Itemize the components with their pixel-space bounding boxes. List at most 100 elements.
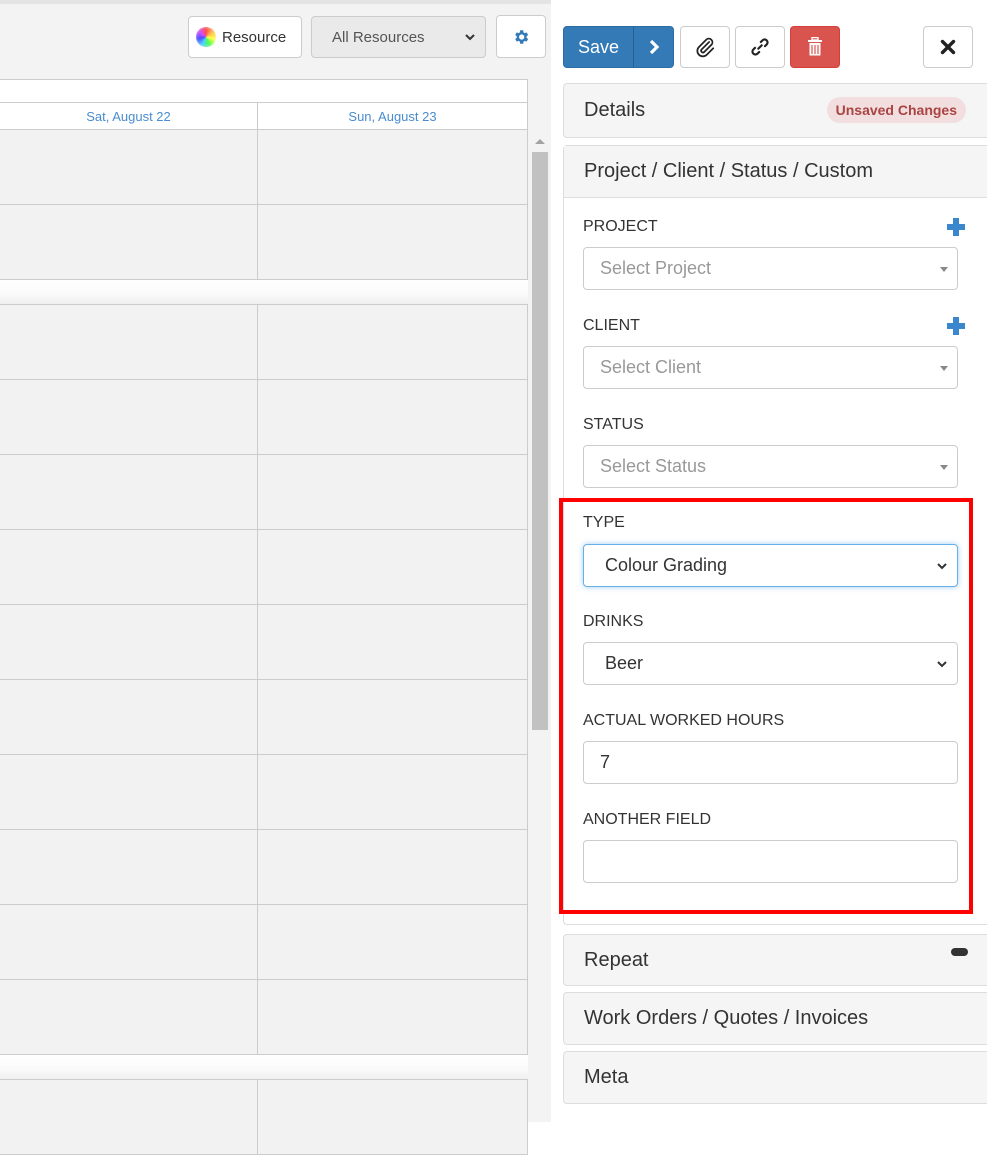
another-field-label: ANOTHER FIELD xyxy=(583,811,712,828)
calendar-cell[interactable] xyxy=(0,530,258,604)
calendar-row xyxy=(0,755,528,830)
calendar-row xyxy=(0,905,528,980)
calendar-cell[interactable] xyxy=(258,305,527,379)
calendar-cell[interactable] xyxy=(0,905,258,979)
actual-worked-hours-label: ACTUAL WORKED HOURS xyxy=(583,712,785,729)
calendar-cell[interactable] xyxy=(258,680,527,754)
repeat-section-header[interactable]: Repeat xyxy=(563,934,987,986)
calendar-row xyxy=(0,380,528,455)
calendar-cell[interactable] xyxy=(258,830,527,904)
calendar-cell[interactable] xyxy=(258,455,527,529)
project-select[interactable]: Select Project xyxy=(583,247,958,290)
chevron-down-icon xyxy=(937,661,947,668)
calendar-cell[interactable] xyxy=(0,305,258,379)
resource-color-button[interactable]: Resource xyxy=(188,16,302,58)
project-client-status-header[interactable]: Project / Client / Status / Custom xyxy=(564,146,987,198)
trash-icon xyxy=(808,37,822,56)
actual-worked-hours-input[interactable]: 7 xyxy=(583,741,958,784)
meta-section-header[interactable]: Meta xyxy=(563,1051,987,1104)
type-select[interactable]: Colour Grading xyxy=(583,544,958,587)
calendar-cell[interactable] xyxy=(0,980,258,1054)
calendar-scrollbar[interactable] xyxy=(530,130,550,1122)
client-select[interactable]: Select Client xyxy=(583,346,958,389)
resource-button-label: Resource xyxy=(222,28,287,46)
day-header-row: Sat, August 22 Sun, August 23 xyxy=(0,103,528,130)
paperclip-icon xyxy=(696,37,715,58)
caret-down-icon xyxy=(940,267,948,272)
resource-group-separator xyxy=(0,280,528,305)
unsaved-changes-badge: Unsaved Changes xyxy=(826,97,966,123)
calendar-cell[interactable] xyxy=(258,130,527,204)
meta-title: Meta xyxy=(584,1066,629,1088)
calendar-header-blank xyxy=(0,79,528,103)
status-select[interactable]: Select Status xyxy=(583,445,958,488)
drinks-select-value: Beer xyxy=(605,653,644,673)
settings-button[interactable] xyxy=(496,15,546,58)
link-icon xyxy=(751,38,769,56)
calendar-cell[interactable] xyxy=(0,130,258,204)
calendar-row xyxy=(0,305,528,380)
link-button[interactable] xyxy=(735,26,785,68)
color-wheel-icon xyxy=(196,27,216,47)
add-project-plus-icon[interactable] xyxy=(947,218,965,236)
calendar-row xyxy=(0,980,528,1055)
calendar-row xyxy=(0,605,528,680)
calendar-row xyxy=(0,680,528,755)
project-label: PROJECT xyxy=(583,218,658,235)
toggle-pill-icon[interactable] xyxy=(951,948,968,956)
calendar-cell[interactable] xyxy=(0,755,258,829)
scroll-up-arrow-icon[interactable] xyxy=(535,139,545,144)
calendar-cell[interactable] xyxy=(258,605,527,679)
calendar-cell[interactable] xyxy=(258,205,527,279)
details-title: Details xyxy=(584,99,646,121)
day-header-sat[interactable]: Sat, August 22 xyxy=(0,103,258,129)
calendar-cell[interactable] xyxy=(258,530,527,604)
calendar-row xyxy=(0,455,528,530)
calendar-cell[interactable] xyxy=(0,205,258,279)
project-client-status-title: Project / Client / Status / Custom xyxy=(584,160,873,182)
calendar-cell[interactable] xyxy=(0,455,258,529)
another-field-input[interactable] xyxy=(583,840,958,883)
calendar-cell[interactable] xyxy=(0,680,258,754)
calendar-cell[interactable] xyxy=(258,380,527,454)
save-dropdown-button[interactable] xyxy=(633,26,674,68)
work-orders-section-header[interactable]: Work Orders / Quotes / Invoices xyxy=(563,992,987,1045)
calendar-grid xyxy=(0,130,528,1155)
calendar-cell[interactable] xyxy=(0,1080,258,1154)
caret-down-icon xyxy=(940,366,948,371)
resource-filter-value: All Resources xyxy=(332,28,425,46)
add-client-plus-icon[interactable] xyxy=(947,317,965,335)
caret-down-icon xyxy=(940,465,948,470)
delete-button[interactable] xyxy=(790,26,840,68)
top-border xyxy=(0,0,551,4)
resource-filter-select[interactable]: All Resources xyxy=(311,16,486,58)
calendar-cell[interactable] xyxy=(258,905,527,979)
chevron-down-icon xyxy=(937,563,947,570)
close-button[interactable] xyxy=(923,26,973,68)
attach-button[interactable] xyxy=(680,26,730,68)
resource-group-separator xyxy=(0,1055,528,1080)
calendar-cell[interactable] xyxy=(0,605,258,679)
calendar-cell[interactable] xyxy=(0,830,258,904)
calendar-row xyxy=(0,130,528,205)
drinks-select[interactable]: Beer xyxy=(583,642,958,685)
calendar-cell[interactable] xyxy=(258,1080,527,1154)
day-header-sun[interactable]: Sun, August 23 xyxy=(258,103,527,129)
calendar-cell[interactable] xyxy=(258,980,527,1054)
actual-worked-hours-value: 7 xyxy=(600,752,611,772)
calendar-cell[interactable] xyxy=(0,380,258,454)
details-section-header[interactable]: Details Unsaved Changes xyxy=(563,83,987,138)
calendar-cell[interactable] xyxy=(258,755,527,829)
save-button[interactable]: Save xyxy=(563,26,634,68)
client-select-placeholder: Select Client xyxy=(600,357,702,377)
chevron-down-icon xyxy=(465,34,475,41)
event-editor-panel: Save Details Unsaved Changes Project / C… xyxy=(551,0,987,1122)
scrollbar-thumb[interactable] xyxy=(532,152,548,730)
chevron-right-icon xyxy=(649,39,659,55)
drinks-label: DRINKS xyxy=(583,613,644,630)
calendar-area: Resource All Resources Sat, August 22 Su… xyxy=(0,0,551,1155)
project-select-placeholder: Select Project xyxy=(600,258,712,278)
status-select-placeholder: Select Status xyxy=(600,456,707,476)
work-orders-title: Work Orders / Quotes / Invoices xyxy=(584,1007,869,1029)
save-button-label: Save xyxy=(577,36,620,57)
